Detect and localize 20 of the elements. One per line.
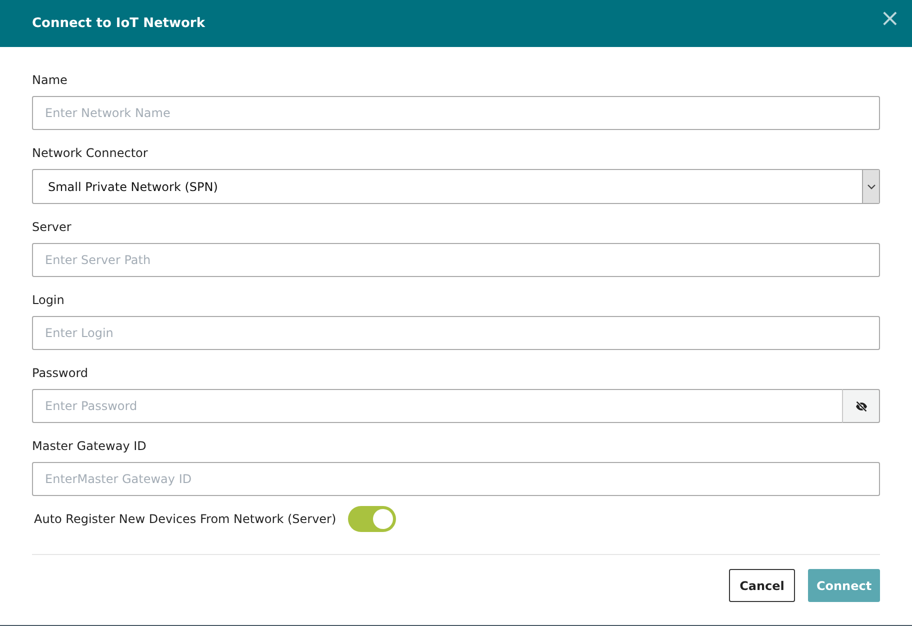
field-label: Server bbox=[32, 220, 72, 234]
eye-slash-icon bbox=[854, 400, 868, 412]
dialog-title: Connect to IoT Network bbox=[32, 16, 205, 31]
text-field[interactable]: EnterMaster Gateway ID bbox=[32, 462, 880, 496]
text-field[interactable]: Enter Login bbox=[32, 316, 880, 350]
password-field[interactable]: Enter Password bbox=[32, 389, 842, 423]
chevron-down-icon bbox=[866, 184, 876, 190]
toggle-label: Auto Register New Devices From Network (Server) bbox=[34, 512, 336, 526]
field-label: Master Gateway ID bbox=[32, 439, 148, 453]
text-field[interactable]: Enter Server Path bbox=[32, 243, 880, 277]
connector-dropdown[interactable]: Small Private Network (SPN) bbox=[32, 169, 880, 204]
field-label: Password bbox=[32, 366, 90, 380]
text-field[interactable]: Enter Network Name bbox=[32, 96, 880, 130]
field-label: Network Connector bbox=[32, 146, 149, 160]
cancel-button[interactable]: Cancel bbox=[729, 569, 795, 602]
hide-password-button[interactable] bbox=[842, 389, 880, 423]
field-label: Login bbox=[32, 293, 66, 307]
toggle-switch[interactable] bbox=[348, 506, 396, 532]
close-button[interactable]: × bbox=[880, 6, 900, 30]
field-label: Name bbox=[32, 73, 68, 87]
